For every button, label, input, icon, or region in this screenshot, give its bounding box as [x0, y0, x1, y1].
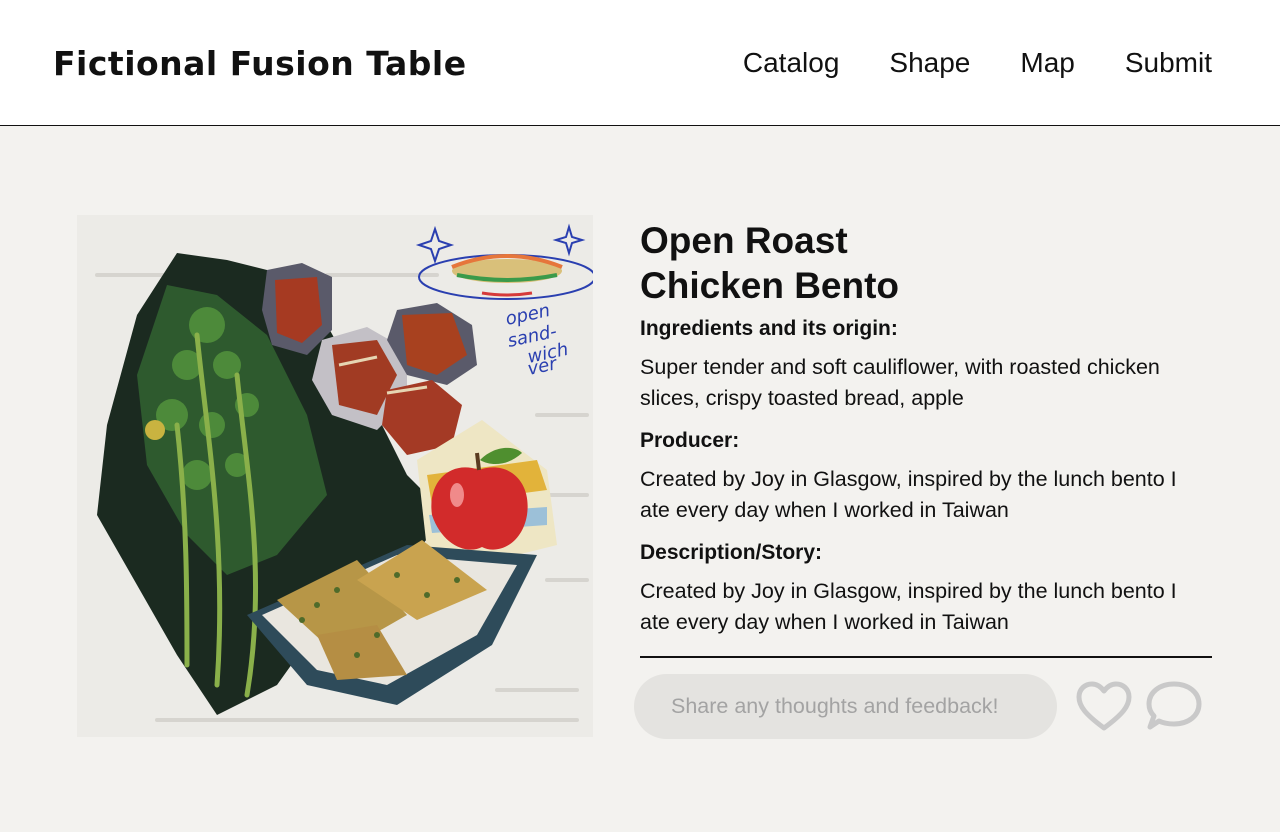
comment-button[interactable] [1144, 680, 1202, 734]
ingredients-label: Ingredients and its origin: [640, 317, 898, 340]
dish-collage-image: open sand- wich ver [77, 215, 593, 737]
story-text: Created by Joy in Glasgow, inspired by t… [640, 579, 1177, 634]
heart-icon [1076, 681, 1132, 731]
nav-catalog[interactable]: Catalog [743, 47, 840, 79]
dish-title-line2: Chicken Bento [640, 265, 900, 306]
collage-illustration: open sand- wich ver [77, 215, 593, 737]
producer-text: Created by Joy in Glasgow, inspired by t… [640, 467, 1177, 522]
story-label: Description/Story: [640, 541, 823, 564]
nav-submit[interactable]: Submit [1125, 47, 1212, 79]
like-button[interactable] [1075, 680, 1133, 734]
ingredients-text: Super tender and soft cauliflower, with … [640, 355, 1160, 410]
nav-shape[interactable]: Shape [889, 47, 970, 79]
top-bar: Fictional Fusion Table Catalog Shape Map… [0, 0, 1280, 126]
dish-details: Open Roast Chicken Bento Ingredients and… [640, 218, 1212, 638]
feedback-input[interactable] [634, 674, 1057, 739]
section-divider [640, 656, 1212, 658]
site-title[interactable]: Fictional Fusion Table [53, 44, 467, 83]
dish-title: Open Roast Chicken Bento [640, 218, 1212, 308]
speech-bubble-icon [1146, 681, 1202, 730]
main-nav: Catalog Shape Map Submit [743, 47, 1212, 79]
dish-title-line1: Open Roast [640, 220, 848, 261]
nav-map[interactable]: Map [1020, 47, 1074, 79]
producer-label: Producer: [640, 429, 740, 452]
